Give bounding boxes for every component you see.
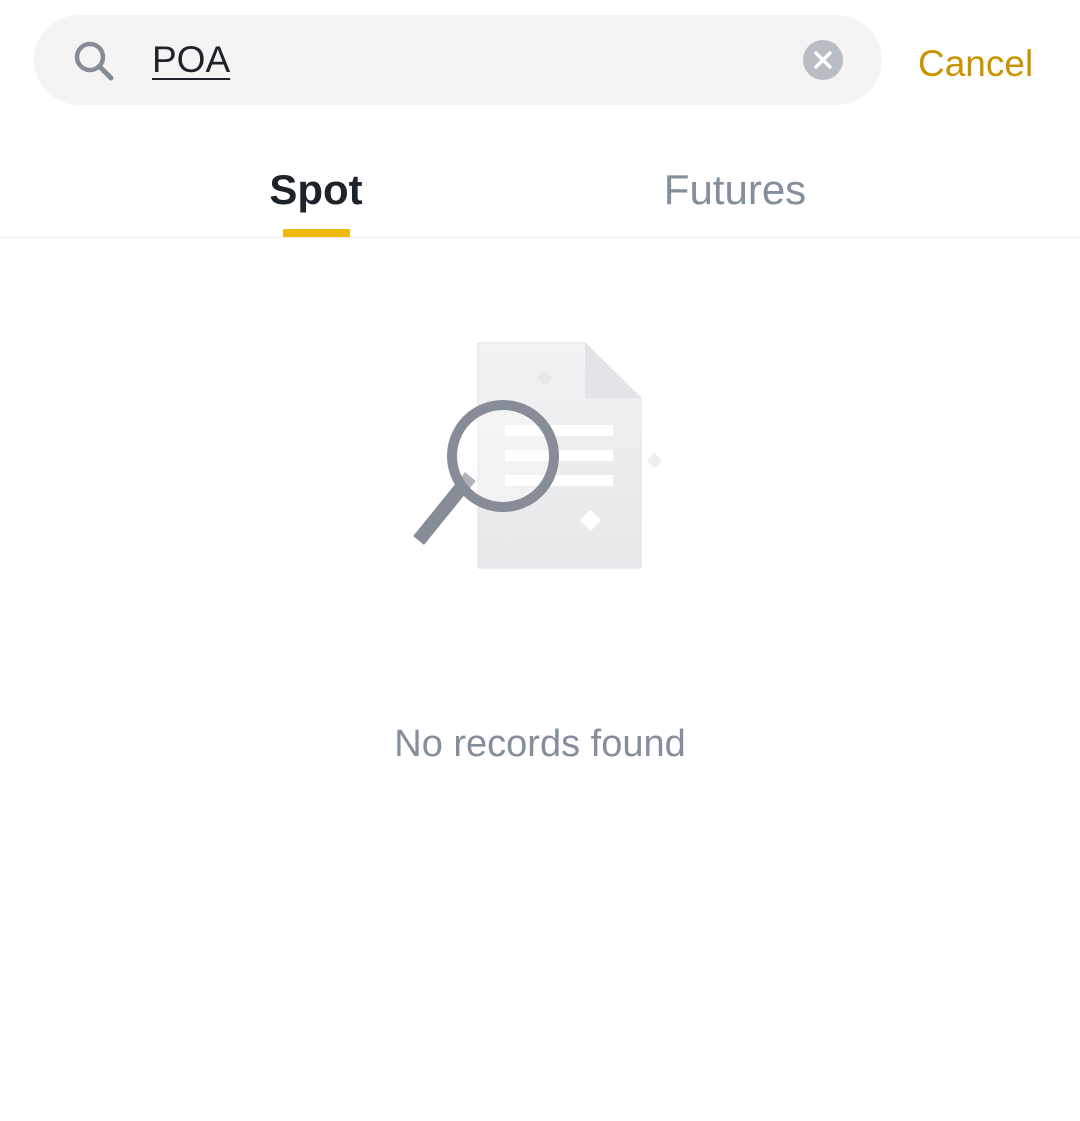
active-tab-indicator (283, 229, 350, 237)
tab-spot[interactable]: Spot (230, 160, 402, 220)
empty-state-message: No records found (394, 723, 686, 765)
tab-bar: Spot Futures (0, 130, 1080, 238)
tab-futures[interactable]: Futures (620, 160, 850, 220)
cancel-button[interactable]: Cancel (918, 40, 1033, 88)
document-search-icon (413, 342, 663, 569)
search-input[interactable] (152, 37, 772, 83)
clear-circle-icon[interactable] (803, 40, 843, 80)
search-bar[interactable] (34, 15, 882, 105)
search-icon (74, 41, 114, 81)
